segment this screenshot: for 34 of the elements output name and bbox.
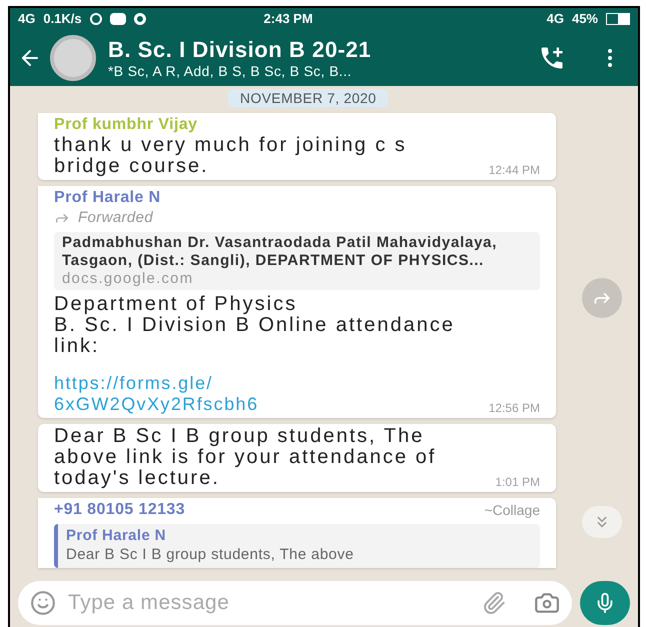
preview-title: Padmabhushan Dr. Vasantraodada Patil Mahavidyalaya, Tasgaon, (Dist.: Sangli), DEPARTMENT OF PHYSICS... [62,234,498,270]
avatar-icon[interactable] [50,35,96,81]
chat-members: *B Sc, A R, Add, B S, B Sc, B Sc, B... [108,63,353,80]
message-text: thank u very much for joining c s bridge course. [54,135,408,177]
scroll-down-button[interactable] [582,506,622,538]
battery-icon [606,13,630,25]
attach-icon[interactable] [482,591,506,615]
message-time: 1:01 PM [495,475,540,489]
sender-alias: ~Collage [484,501,540,520]
preview-domain: docs.google.com [62,270,194,288]
quoted-message[interactable]: Prof Harale N Dear B Sc I B group students, The above [54,524,540,568]
status-time: 2:43 PM [264,10,313,28]
message-text: Department of Physics B. Sc. I Division B Online attendance link: [54,294,456,357]
network-label: 4G [546,10,564,28]
message-input[interactable]: Type a message [18,581,572,625]
mic-button[interactable] [580,581,630,625]
link-preview[interactable]: Padmabhushan Dr. Vasantraodada Patil Mahavidyalaya, Tasgaon, (Dist.: Sangli), DEPARTMENT OF PHYSICS... docs.google.com [54,232,540,290]
message-time: 12:56 PM [488,401,540,415]
speed-label: 0.1K/s [43,10,82,28]
battery-label: 45% [572,10,598,28]
quoted-sender: Prof Harale N [66,526,167,545]
message-time: 12:44 PM [488,163,540,177]
emoji-icon[interactable] [30,590,56,616]
forwarded-label: Forwarded [78,208,154,228]
message-field[interactable]: Type a message [68,587,470,619]
video-icon [110,13,126,25]
sender-name: Prof kumbhr Vijay [54,115,198,135]
chat-title[interactable]: B. Sc. I Division B 20-21 [108,36,372,63]
quoted-text: Dear B Sc I B group students, The above [66,545,355,564]
sender-name: +91 80105 12133 [54,500,186,520]
date-label: NOVEMBER 7, 2020 [228,89,388,107]
network-label: 4G [18,10,36,28]
message-text: Dear B Sc I B group students, The above link is for your attendance of today's lecture. [54,426,438,489]
sender-name: Prof Harale N [54,188,162,208]
